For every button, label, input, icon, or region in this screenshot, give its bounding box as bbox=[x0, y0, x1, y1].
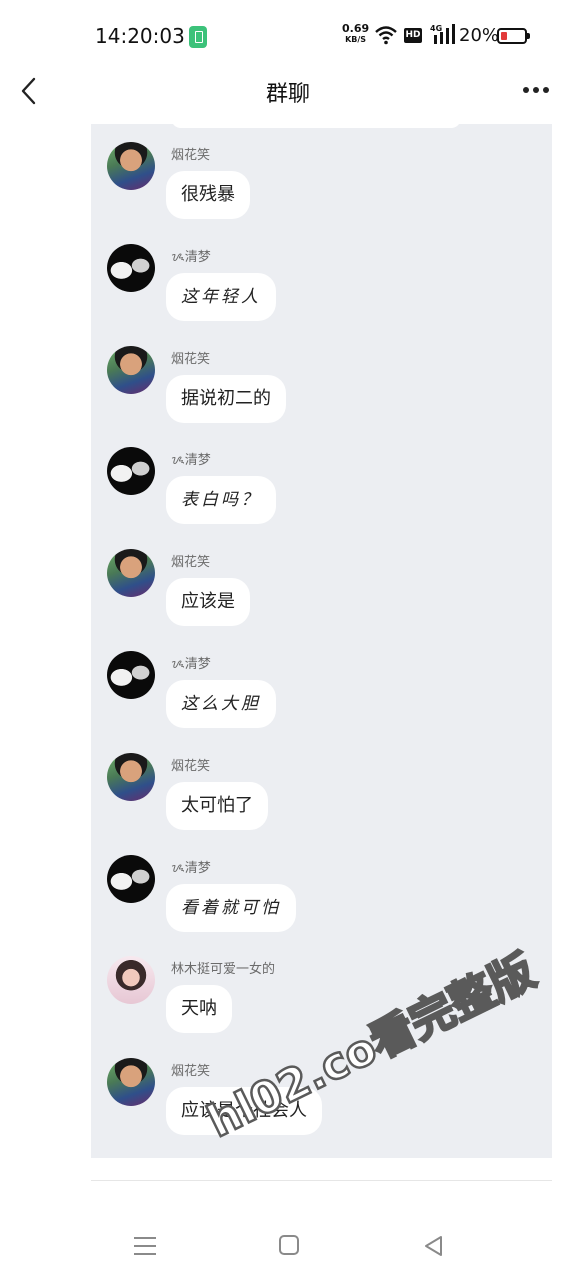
sender-name: 烟花笑 bbox=[171, 759, 211, 774]
status-time: 14:20:03 bbox=[95, 24, 185, 48]
menu-icon[interactable] bbox=[134, 1236, 156, 1256]
sender-name: 烟花笑 bbox=[171, 352, 211, 367]
avatar[interactable] bbox=[107, 549, 155, 597]
avatar[interactable] bbox=[107, 447, 155, 495]
home-icon[interactable] bbox=[279, 1235, 299, 1255]
more-icon[interactable] bbox=[522, 86, 550, 94]
sender-name: ᝰ清梦 bbox=[171, 250, 211, 265]
page-title: 群聊 bbox=[265, 82, 310, 107]
chat-message: ᝰ清梦这年轻人 bbox=[91, 226, 552, 322]
system-nav-bar bbox=[0, 1218, 576, 1280]
battery-percent: 20% bbox=[459, 25, 500, 46]
sender-name: ᝰ清梦 bbox=[171, 861, 211, 876]
avatar[interactable] bbox=[107, 855, 155, 903]
avatar[interactable] bbox=[107, 651, 155, 699]
avatar[interactable] bbox=[107, 753, 155, 801]
chat-message: 烟花笑太可怕了 bbox=[91, 735, 552, 831]
network-type-label: 4G bbox=[430, 24, 442, 33]
sender-name: ᝰ清梦 bbox=[171, 453, 211, 468]
chat-message: 烟花笑据说初二的 bbox=[91, 328, 552, 424]
avatar[interactable] bbox=[107, 244, 155, 292]
avatar[interactable] bbox=[107, 142, 155, 190]
wifi-icon bbox=[375, 26, 397, 45]
network-speed-unit: KB/S bbox=[345, 35, 367, 44]
signal-icon: 4G bbox=[430, 24, 455, 44]
network-speed-value: 0.69 bbox=[342, 22, 370, 35]
avatar[interactable] bbox=[107, 346, 155, 394]
sender-name: 烟花笑 bbox=[171, 148, 211, 163]
divider bbox=[91, 1180, 552, 1181]
chat-message: 烟花笑应该是 bbox=[91, 531, 552, 627]
chat-message: ᝰ清梦这么大胆 bbox=[91, 633, 552, 729]
notification-app-icon bbox=[189, 26, 207, 48]
message-bubble[interactable]: 天呐 bbox=[166, 985, 232, 1033]
sender-name: 烟花笑 bbox=[171, 1064, 211, 1079]
header: 群聊 bbox=[0, 66, 576, 124]
network-speed: 0.69 KB/S bbox=[342, 23, 369, 45]
back-triangle-icon[interactable] bbox=[422, 1234, 444, 1258]
chat-message: ᝰ清梦表白吗？ bbox=[91, 429, 552, 525]
message-bubble[interactable]: 据说初二的 bbox=[166, 375, 286, 423]
battery-icon bbox=[497, 28, 530, 44]
message-bubble[interactable]: 这年轻人 bbox=[166, 273, 276, 321]
message-bubble[interactable]: 太可怕了 bbox=[166, 782, 268, 830]
avatar[interactable] bbox=[107, 956, 155, 1004]
message-bubble[interactable]: 很残暴 bbox=[166, 171, 250, 219]
chat-message: ᝰ清梦看着就可怕 bbox=[91, 837, 552, 933]
avatar[interactable] bbox=[107, 1058, 155, 1106]
status-bar: 14:20:03 0.69 KB/S HD 4G 20% bbox=[0, 0, 576, 70]
chat-message: 烟花笑很残暴 bbox=[91, 124, 552, 220]
message-bubble[interactable]: 表白吗？ bbox=[166, 476, 276, 524]
sender-name: 烟花笑 bbox=[171, 555, 211, 570]
sender-name: 林木挺可爱一女的 bbox=[171, 962, 276, 977]
sender-name: ᝰ清梦 bbox=[171, 657, 211, 672]
message-bubble[interactable]: 看着就可怕 bbox=[166, 884, 296, 932]
hd-icon: HD bbox=[404, 28, 422, 43]
message-bubble[interactable]: 应该是 bbox=[166, 578, 250, 626]
message-bubble[interactable]: 这么大胆 bbox=[166, 680, 276, 728]
